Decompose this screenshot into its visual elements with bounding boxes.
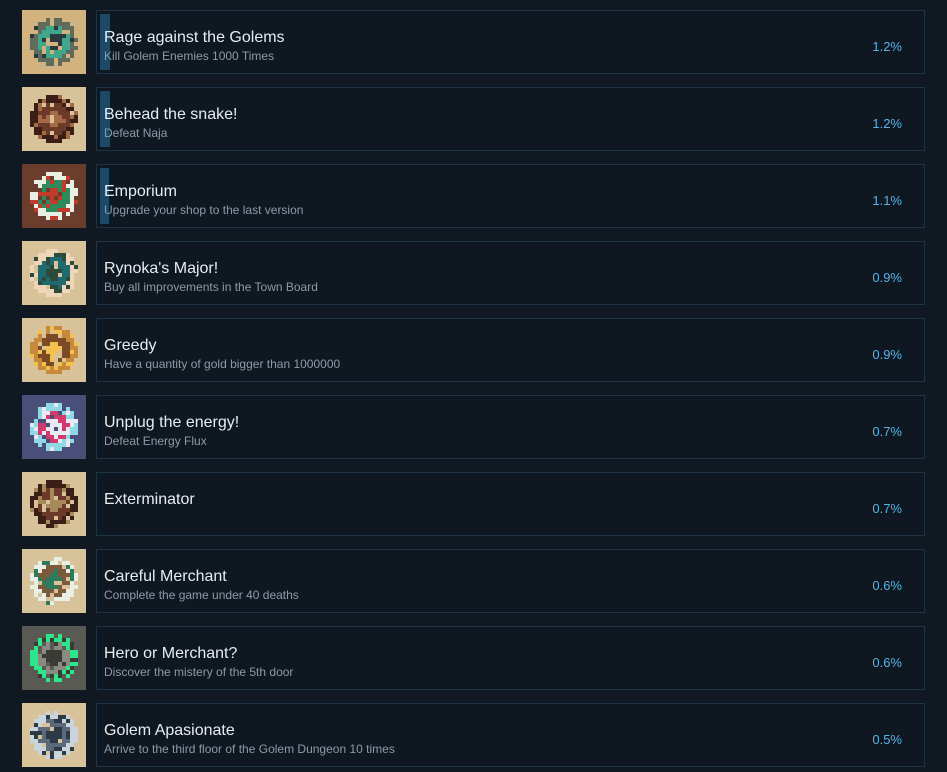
green-portal-door-icon [22,626,86,690]
achievement-unlock-percent: 1.1% [872,193,902,208]
achievement-row[interactable]: Greedy Have a quantity of gold bigger th… [22,318,925,382]
achievement-title: Exterminator [104,491,195,508]
achievement-description: Complete the game under 40 deaths [104,588,299,602]
achievement-unlock-percent: 0.9% [872,270,902,285]
achievement-title: Unplug the energy! [104,414,240,431]
achievement-title: Greedy [104,337,157,354]
achievement-title: Careful Merchant [104,568,227,585]
achievement-panel: Emporium Upgrade your shop to the last v… [96,164,925,228]
achievement-unlock-percent: 0.6% [872,578,902,593]
achievement-unlock-percent: 0.9% [872,347,902,362]
gold-sack-icon [22,318,86,382]
exterminator-mallet-icon [22,472,86,536]
achievement-list: Rage against the Golems Kill Golem Enemi… [0,0,947,772]
achievement-title: Emporium [104,183,177,200]
achievement-row[interactable]: Rage against the Golems Kill Golem Enemi… [22,10,925,74]
achievement-row[interactable]: Exterminator 0.7% [22,472,925,536]
achievement-row[interactable]: Rynoka's Major! Buy all improvements in … [22,241,925,305]
achievement-unlock-percent: 1.2% [872,39,902,54]
achievement-panel: Hero or Merchant? Discover the mistery o… [96,626,925,690]
naja-snake-head-icon [22,87,86,151]
achievement-unlock-percent: 1.2% [872,116,902,131]
achievement-title: Golem Apasionate [104,722,235,739]
achievement-unlock-percent: 0.7% [872,424,902,439]
achievement-description: Discover the mistery of the 5th door [104,665,294,679]
achievement-title: Rage against the Golems [104,29,285,46]
achievement-row[interactable]: Golem Apasionate Arrive to the third flo… [22,703,925,767]
achievement-description: Have a quantity of gold bigger than 1000… [104,357,341,371]
achievement-row[interactable]: Hero or Merchant? Discover the mistery o… [22,626,925,690]
achievement-row[interactable]: Careful Merchant Complete the game under… [22,549,925,613]
golem-statue-icon [22,703,86,767]
achievement-panel: Behead the snake! Defeat Naja 1.2% [96,87,925,151]
achievement-description: Arrive to the third floor of the Golem D… [104,742,395,756]
achievement-unlock-percent: 0.5% [872,732,902,747]
achievement-description: Upgrade your shop to the last version [104,203,304,217]
achievement-row[interactable]: Emporium Upgrade your shop to the last v… [22,164,925,228]
achievement-panel: Careful Merchant Complete the game under… [96,549,925,613]
achievement-unlock-percent: 0.7% [872,501,902,516]
achievement-unlock-percent: 0.6% [872,655,902,670]
achievement-description: Defeat Naja [104,126,168,140]
achievement-row[interactable]: Unplug the energy! Defeat Energy Flux 0.… [22,395,925,459]
achievement-panel: Greedy Have a quantity of gold bigger th… [96,318,925,382]
achievement-title: Rynoka's Major! [104,260,219,277]
shop-banner-icon [22,164,86,228]
achievement-panel: Golem Apasionate Arrive to the third flo… [96,703,925,767]
energy-flux-icon [22,395,86,459]
achievement-panel: Rynoka's Major! Buy all improvements in … [96,241,925,305]
achievement-panel: Rage against the Golems Kill Golem Enemi… [96,10,925,74]
achievement-description: Defeat Energy Flux [104,434,207,448]
achievement-description: Buy all improvements in the Town Board [104,280,318,294]
achievement-title: Behead the snake! [104,106,238,123]
achievement-row[interactable]: Behead the snake! Defeat Naja 1.2% [22,87,925,151]
achievement-title: Hero or Merchant? [104,645,238,662]
mayor-top-hat-icon [22,241,86,305]
golem-rubble-icon [22,10,86,74]
achievement-panel: Unplug the energy! Defeat Energy Flux 0.… [96,395,925,459]
achievement-panel: Exterminator 0.7% [96,472,925,536]
achievement-description: Kill Golem Enemies 1000 Times [104,49,275,63]
merchant-will-icon [22,549,86,613]
